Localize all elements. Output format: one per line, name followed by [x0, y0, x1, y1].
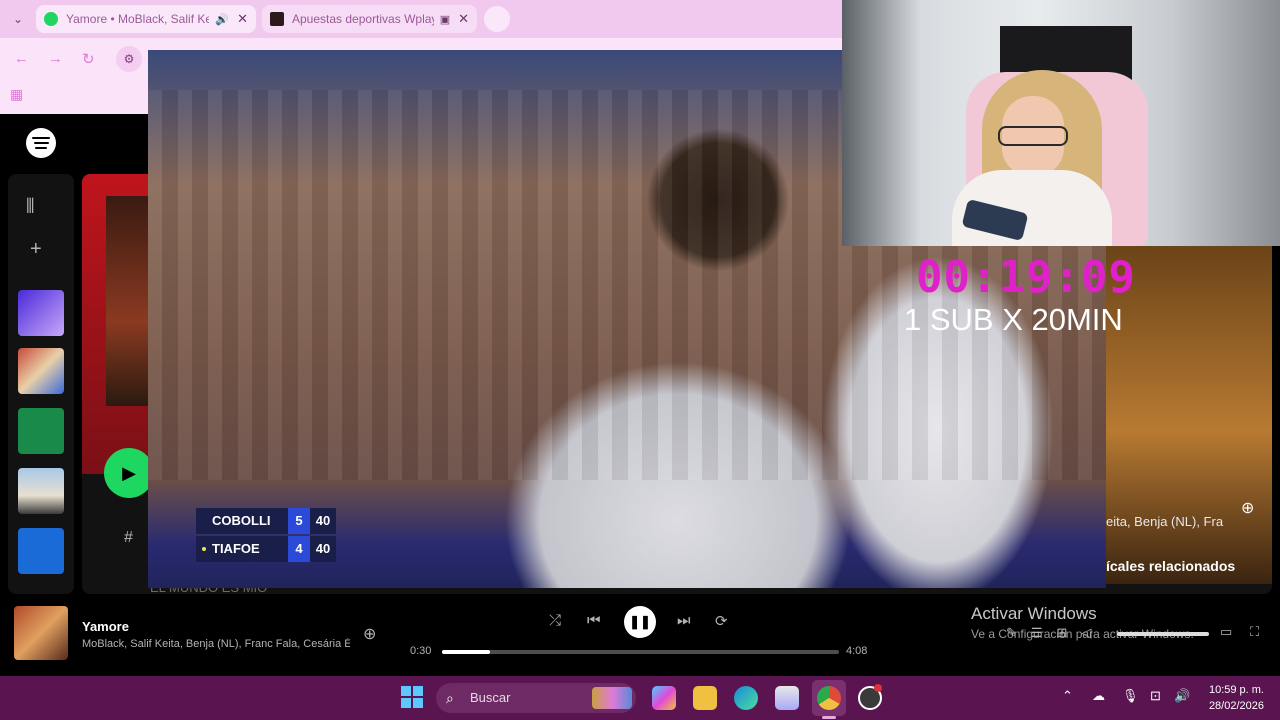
glasses [998, 126, 1068, 146]
chevron-up-icon[interactable]: ⌃ [1062, 688, 1073, 704]
screen: ⌄ Yamore • MoBlack, Salif Keita 🔊 ✕ Apue… [0, 0, 1280, 720]
microphone-icon[interactable]: 🎙 [1122, 688, 1139, 704]
site-settings-icon[interactable]: ⚙ [116, 46, 142, 72]
tab-spotify[interactable]: Yamore • MoBlack, Salif Keita 🔊 ✕ [36, 5, 256, 33]
back-icon[interactable]: ← [14, 50, 29, 67]
shuffle-icon[interactable]: ⤮ [549, 612, 561, 629]
volume-icon[interactable]: 🔊 [1174, 688, 1190, 704]
now-playing-title[interactable]: Yamore [82, 619, 129, 634]
clock-time: 10:59 p. m. [1208, 684, 1264, 696]
reload-icon[interactable]: ↻ [82, 50, 95, 68]
liked-songs-tile[interactable] [18, 290, 64, 336]
wplay-favicon-icon [270, 12, 284, 26]
chevron-down-icon[interactable]: ⌄ [6, 8, 30, 30]
track-duration: 4:08 [846, 645, 868, 657]
play-button[interactable]: ▶ [104, 448, 154, 498]
volume-slider[interactable] [1117, 632, 1209, 636]
add-to-library-icon[interactable]: ⊕ [363, 624, 376, 644]
mini-player-icon[interactable]: ▭ [1220, 624, 1232, 640]
artists-credit: eita, Benja (NL), Fra [1106, 514, 1224, 529]
player-name: TIAFOE [196, 536, 288, 562]
file-explorer-icon[interactable] [693, 686, 717, 710]
playlist-tile[interactable] [18, 348, 64, 394]
player-name: COBOLLI [196, 508, 288, 534]
search-highlight-icon [592, 687, 632, 709]
tab-wplay[interactable]: Apuestas deportivas Wplay ▣ ✕ [262, 5, 477, 33]
library-sidebar: ⫴ + [8, 174, 74, 594]
close-icon[interactable]: ✕ [458, 11, 469, 27]
close-icon[interactable]: ✕ [237, 11, 248, 27]
subathon-timer: 00:19:09 [916, 252, 1136, 303]
new-tab-button[interactable] [484, 6, 510, 32]
tab-title: Apuestas deportivas Wplay [292, 12, 434, 26]
player-points: 40 [310, 536, 336, 562]
store-icon[interactable] [775, 686, 799, 710]
edge-icon[interactable] [734, 686, 758, 710]
speaker-icon[interactable]: 🔊 [215, 13, 229, 26]
repeat-icon[interactable]: ⟳ [715, 612, 728, 630]
playlist-tile[interactable] [18, 528, 64, 574]
next-icon[interactable]: ⏭ [677, 612, 691, 629]
apps-grid-icon[interactable]: ▦ [10, 86, 23, 103]
now-playing-artists[interactable]: MoBlack, Salif Keita, Benja (NL), Franc … [82, 638, 350, 650]
browser-tab-bar: ⌄ Yamore • MoBlack, Salif Keita 🔊 ✕ Apue… [0, 0, 842, 38]
cloud-icon[interactable]: ☁ [1092, 688, 1105, 704]
player-games: 4 [288, 536, 310, 562]
recording-dot-icon [874, 684, 882, 692]
search-placeholder: Buscar [470, 690, 511, 705]
player-points: 40 [310, 508, 336, 534]
webcam-overlay [842, 0, 1280, 246]
search-icon: ⌕ [446, 690, 454, 706]
subathon-promo: 1 SUB X 20MIN [904, 302, 1123, 337]
copilot-icon[interactable] [652, 686, 676, 710]
plus-icon[interactable]: + [30, 238, 42, 261]
playback-progress-bar[interactable] [442, 650, 839, 654]
tennis-scoreboard: COBOLLI 5 40 TIAFOE 4 40 [196, 508, 336, 562]
spotify-logo-icon[interactable] [26, 128, 56, 158]
pause-button[interactable]: ❚❚ [624, 606, 656, 638]
scoreboard-row: COBOLLI 5 40 [196, 508, 336, 534]
forward-icon[interactable]: → [48, 50, 63, 67]
taskbar-clock[interactable]: 10:59 p. m. 28/02/2026 [1200, 682, 1264, 714]
track-number-header: # [124, 529, 133, 546]
library-icon[interactable]: ⫴ [26, 196, 34, 219]
spotify-favicon-icon [44, 12, 58, 26]
serve-indicator-icon [202, 547, 206, 551]
clock-date: 28/02/2026 [1208, 700, 1264, 712]
fullscreen-icon[interactable]: ⛶ [1250, 624, 1259, 640]
chrome-icon[interactable] [817, 686, 841, 710]
elapsed-time: 0:30 [410, 645, 432, 657]
tab-title: Yamore • MoBlack, Salif Keita [66, 12, 210, 26]
progress-fill [442, 650, 490, 654]
related-section-title: ícales relacionados [1106, 558, 1236, 574]
player-games: 5 [288, 508, 310, 534]
taskbar-search[interactable]: ⌕ Buscar [436, 683, 636, 713]
playlist-tile[interactable] [18, 468, 64, 514]
picture-in-picture-icon[interactable]: ▣ [440, 13, 450, 26]
active-app-indicator [822, 716, 836, 719]
activate-windows-title: Activar Windows [971, 604, 1097, 623]
scoreboard-row: TIAFOE 4 40 [196, 536, 336, 562]
network-icon[interactable]: ⊡ [1150, 688, 1161, 704]
add-circle-icon[interactable]: ⊕ [1241, 498, 1254, 518]
album-cover[interactable] [106, 196, 152, 406]
player-extra-controls[interactable]: ✎☰⊞◁ [1006, 625, 1105, 641]
windows-taskbar: ⌕ Buscar ⌃ ☁ 🎙 ⊡ 🔊 10:59 p. m. 28/02/202… [0, 676, 1280, 720]
now-playing-cover[interactable] [14, 606, 68, 660]
saved-episodes-tile[interactable] [18, 408, 64, 454]
previous-icon[interactable]: ⏮ [587, 612, 601, 629]
windows-start-icon[interactable] [401, 686, 423, 708]
